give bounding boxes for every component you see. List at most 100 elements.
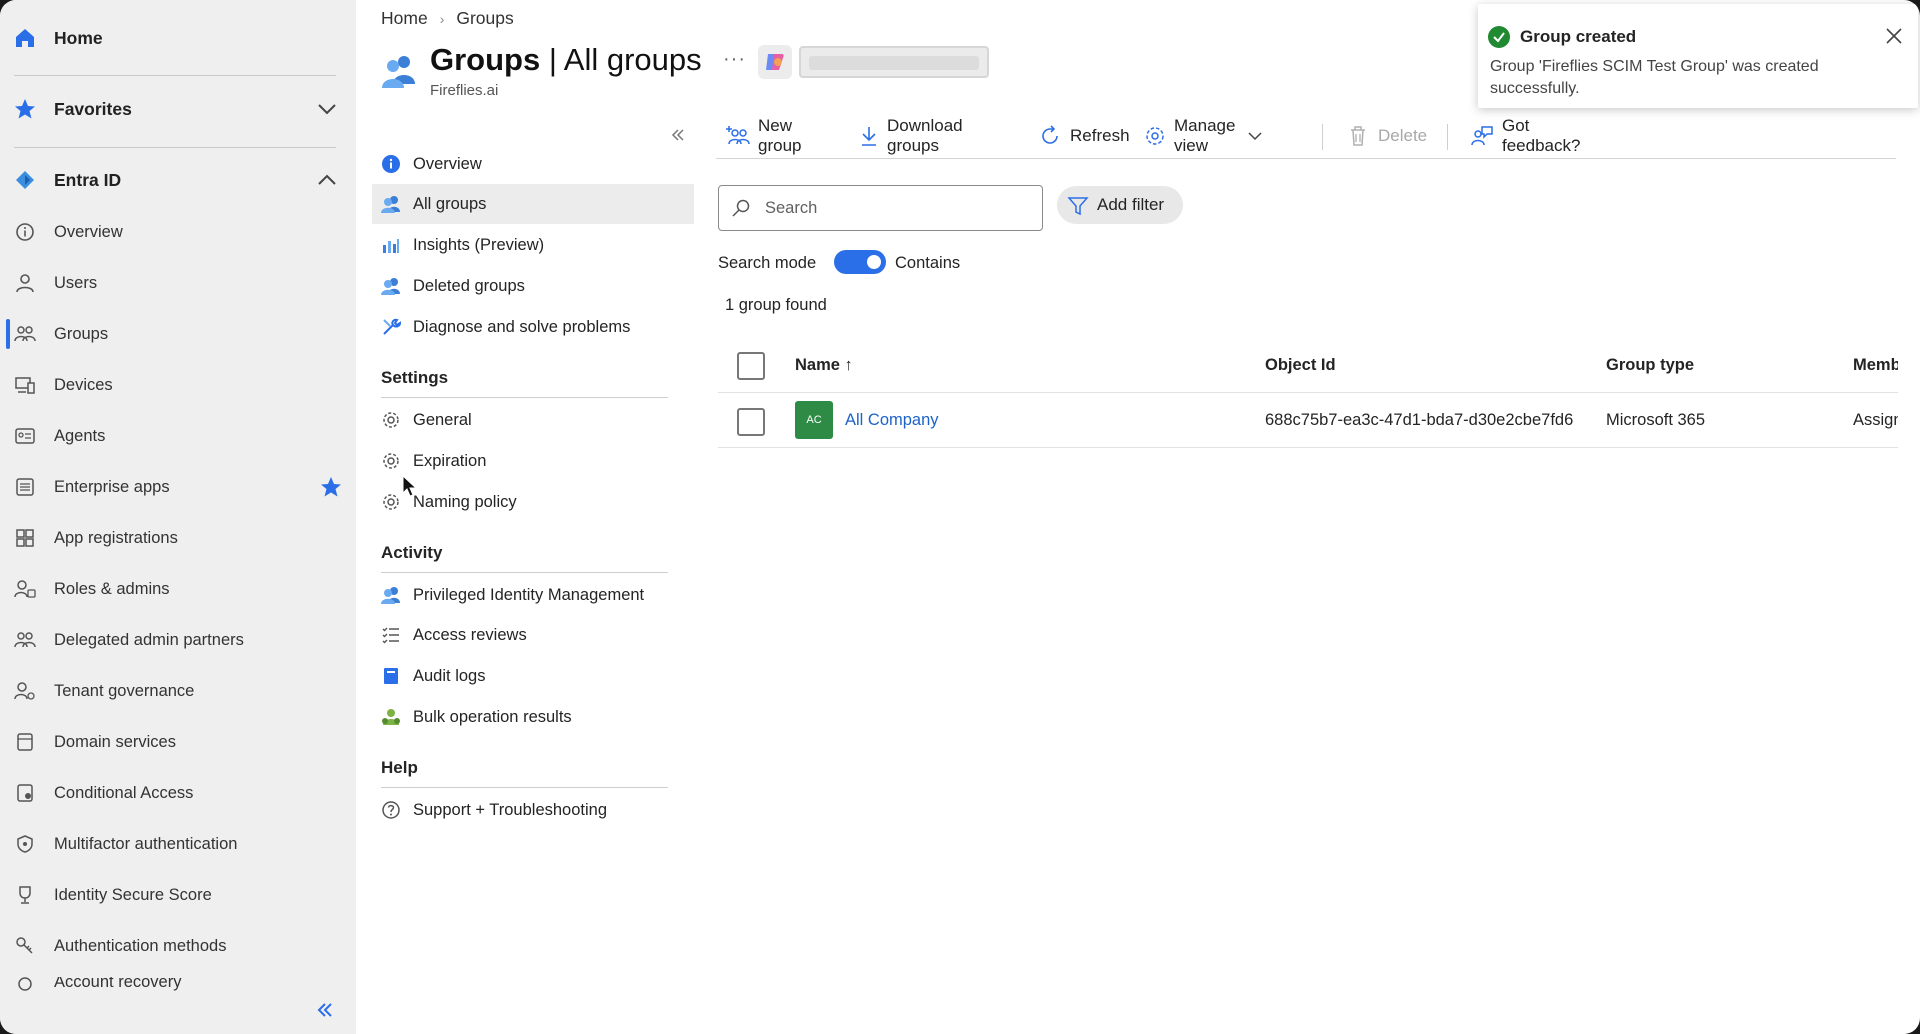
search-input[interactable] [765,194,1035,222]
nav-auth-methods[interactable]: Authentication methods [0,926,356,966]
nav-app-registrations[interactable]: App registrations [0,518,356,558]
search-icon [731,198,751,218]
key-icon [14,935,36,957]
nav-entra-id[interactable]: Entra ID [0,160,356,200]
download-groups-label: Download groups [887,116,963,155]
section-help: Help [381,758,418,777]
menu-general[interactable]: General [372,400,694,440]
nav-tenant-governance[interactable]: Tenant governance [0,671,356,711]
new-group-label: New group [758,116,802,155]
group-name-link[interactable]: All Company [845,411,939,430]
nav-entra-label: Entra ID [54,169,122,190]
chevron-up-icon[interactable] [316,169,338,191]
manage-view-button[interactable]: Manage view [1144,116,1263,155]
nav-item-label: Roles & admins [54,579,170,598]
delete-button[interactable]: Delete [1346,118,1427,154]
group-avatar: AC [795,401,833,439]
delete-label: Delete [1378,126,1428,145]
refresh-icon [1038,124,1062,148]
nav-delegated-admin[interactable]: Delegated admin partners [0,620,356,660]
nav-home-label: Home [54,27,103,48]
menu-support[interactable]: Support + Troubleshooting [372,790,694,830]
conditional-access-icon [14,782,36,804]
menu-deleted-groups[interactable]: Deleted groups [372,266,694,306]
new-group-button[interactable]: New group [726,116,802,155]
download-groups-button[interactable]: Download groups [859,116,967,155]
chevron-down-icon[interactable] [316,98,338,120]
left-navigation: Home Favorites Entra ID Overview Users G… [0,0,356,1034]
person-icon [14,272,36,294]
gear-icon [1144,124,1166,148]
menu-bulk-results[interactable]: Bulk operation results [372,697,694,737]
nav-divider [14,147,336,148]
add-filter-button[interactable]: Add filter [1057,186,1183,224]
toolbar-separator [1447,124,1448,150]
refresh-button[interactable]: Refresh [1038,118,1130,154]
menu-pim[interactable]: Privileged Identity Management [372,575,694,615]
menu-label: Support + Troubleshooting [413,800,608,819]
menu-expiration[interactable]: Expiration [372,441,694,481]
section-divider [381,397,668,398]
menu-access-reviews[interactable]: Access reviews [372,615,694,655]
column-header-membership[interactable]: Memb [1853,356,1898,375]
column-header-group-type[interactable]: Group type [1606,356,1694,375]
breadcrumb-chevron-icon: › [439,10,445,27]
column-header-name[interactable]: Name ↑ [795,356,853,375]
row-checkbox[interactable] [737,408,765,436]
nav-agents[interactable]: Agents [0,416,356,456]
menu-insights[interactable]: Insights (Preview) [372,225,694,265]
collapse-nav-icon[interactable] [314,999,336,1021]
menu-naming-policy[interactable]: Naming policy [372,482,694,522]
nav-users[interactable]: Users [0,263,356,303]
nav-overview[interactable]: Overview [0,212,356,252]
nav-mfa[interactable]: Multifactor authentication [0,824,356,864]
column-header-object-id[interactable]: Object Id [1265,356,1336,375]
toggle-knob [867,255,881,269]
breadcrumb-home[interactable]: Home [381,8,428,29]
copilot-icon[interactable] [758,45,792,79]
home-icon [14,27,36,49]
governance-icon [14,680,36,702]
menu-overview[interactable]: Overview [372,144,694,184]
section-activity: Activity [381,543,443,562]
wrench-icon [380,316,402,338]
nav-devices[interactable]: Devices [0,365,356,405]
shield-icon [14,833,36,855]
trash-icon [1346,124,1370,148]
nav-domain-services[interactable]: Domain services [0,722,356,762]
menu-diagnose[interactable]: Diagnose and solve problems [372,307,694,347]
redacted-field [799,46,989,78]
nav-favorites[interactable]: Favorites [0,89,356,129]
nav-conditional-access[interactable]: Conditional Access [0,773,356,813]
close-icon[interactable] [1882,24,1906,48]
search-mode-toggle[interactable] [834,250,886,274]
more-options-button[interactable]: ··· [723,48,746,71]
filter-icon [1067,195,1089,217]
nav-item-label: Devices [54,375,113,394]
nav-enterprise-apps[interactable]: Enterprise apps [0,467,356,507]
menu-audit-logs[interactable]: Audit logs [372,656,694,696]
nav-account-recovery[interactable]: Account recovery [0,977,356,991]
nav-secure-score[interactable]: Identity Secure Score [0,875,356,915]
nav-groups[interactable]: Groups [0,314,356,354]
feedback-icon [1470,124,1494,148]
nav-favorites-label: Favorites [54,98,132,119]
notification-toast: Group created Group 'Fireflies SCIM Test… [1478,4,1918,108]
select-all-checkbox[interactable] [737,352,765,380]
menu-all-groups[interactable]: All groups [372,184,694,224]
success-check-icon [1488,26,1510,48]
partners-icon [14,629,36,651]
devices-icon [14,374,36,396]
search-box[interactable] [718,185,1043,231]
toast-message: Group 'Fireflies SCIM Test Group' was cr… [1490,58,1819,97]
favorite-star-icon[interactable] [320,476,342,498]
nav-roles-admins[interactable]: Roles & admins [0,569,356,609]
nav-item-label: Agents [54,426,106,445]
feedback-button[interactable]: Got feedback? [1470,116,1580,155]
nav-home[interactable]: Home [0,18,356,58]
people-group-icon [14,323,36,345]
groups-icon [380,275,402,297]
breadcrumb-current[interactable]: Groups [456,8,513,29]
nav-item-label: Account recovery [54,977,182,991]
domain-icon [14,731,36,753]
